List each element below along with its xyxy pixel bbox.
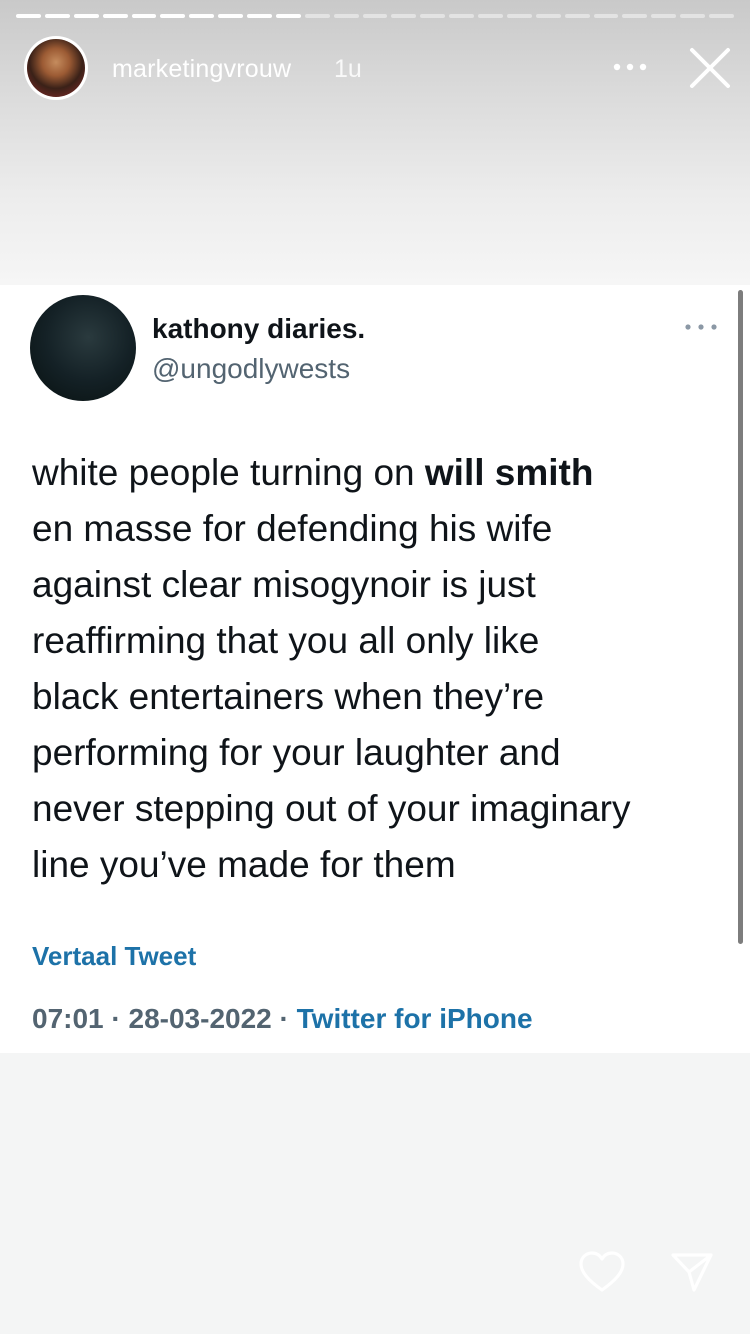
tweet-text: white people turning on will smith en ma… — [32, 445, 722, 893]
translate-tweet-link[interactable]: Vertaal Tweet — [32, 941, 196, 972]
tweet-text-line: reaffirming that you all only like — [32, 620, 540, 661]
tweet-source-link[interactable]: Twitter for iPhone — [297, 1003, 533, 1034]
avatar-image — [27, 39, 85, 97]
scrollbar[interactable] — [738, 290, 743, 944]
story-progress-segment — [131, 14, 157, 18]
more-horizontal-icon[interactable] — [612, 60, 648, 74]
story-progress-segment — [622, 14, 648, 18]
tweet-text-line: performing for your laughter and — [32, 732, 561, 773]
story-progress-segment — [102, 14, 128, 18]
tweet-text-line: white people turning on will smith — [32, 452, 594, 493]
story-progress-segment — [247, 14, 272, 18]
story-progress-segment — [651, 14, 677, 18]
story-progress-segment — [16, 14, 41, 18]
story-progress-segment — [275, 14, 301, 18]
story-progress-segment — [535, 14, 561, 18]
story-progress-segment — [362, 14, 388, 18]
story-progress-segment — [73, 14, 99, 18]
tweet-text-line: en masse for defending his wife — [32, 508, 553, 549]
story-progress-segment — [160, 14, 186, 18]
story-avatar[interactable] — [24, 36, 88, 100]
meta-separator: · — [111, 1003, 121, 1034]
story-progress-segment — [449, 14, 474, 18]
story-progress-segment — [593, 14, 619, 18]
send-icon[interactable] — [670, 1250, 714, 1294]
story-progress-segment — [44, 14, 70, 18]
tweet-handle[interactable]: @ungodlywests — [152, 353, 350, 385]
story-username[interactable]: marketingvrouw — [112, 55, 291, 84]
tweet-avatar[interactable] — [30, 295, 136, 401]
story-progress-segment — [564, 14, 590, 18]
close-icon[interactable] — [688, 46, 732, 90]
story-progress-segment — [189, 14, 215, 18]
story-progress-segment — [218, 14, 243, 18]
tweet-text-line: line you’ve made for them — [32, 844, 456, 885]
tweet-date: 28-03-2022 — [128, 1003, 272, 1034]
tweet-meta: 07:01 · 28-03-2022 · Twitter for iPhone — [32, 1003, 533, 1035]
heart-icon[interactable] — [578, 1250, 626, 1294]
tweet-bold-mention: will smith — [424, 452, 594, 493]
tweet-card: kathony diaries. @ungodlywests white peo… — [0, 285, 750, 1053]
tweet-text-line: against clear misogynoir is just — [32, 564, 536, 605]
tweet-time: 07:01 — [32, 1003, 104, 1034]
meta-separator: · — [279, 1003, 289, 1034]
story-progress-segment — [709, 14, 734, 18]
story-progress-segment — [680, 14, 705, 18]
story-progress-segment — [478, 14, 503, 18]
story-progress-segment — [333, 14, 359, 18]
story-progress-segment — [420, 14, 446, 18]
tweet-text-line: black entertainers when they’re — [32, 676, 545, 717]
story-progress-segment — [506, 14, 532, 18]
story-header: marketingvrouw 1u — [0, 34, 750, 104]
more-horizontal-icon[interactable] — [684, 321, 718, 333]
story-progress-segment — [391, 14, 417, 18]
tweet-display-name[interactable]: kathony diaries. — [152, 313, 365, 345]
story-time-ago: 1u — [334, 55, 362, 83]
story-progress-segment — [304, 14, 330, 18]
story-progress-bar — [16, 14, 734, 18]
tweet-text-line: never stepping out of your imaginary — [32, 788, 631, 829]
